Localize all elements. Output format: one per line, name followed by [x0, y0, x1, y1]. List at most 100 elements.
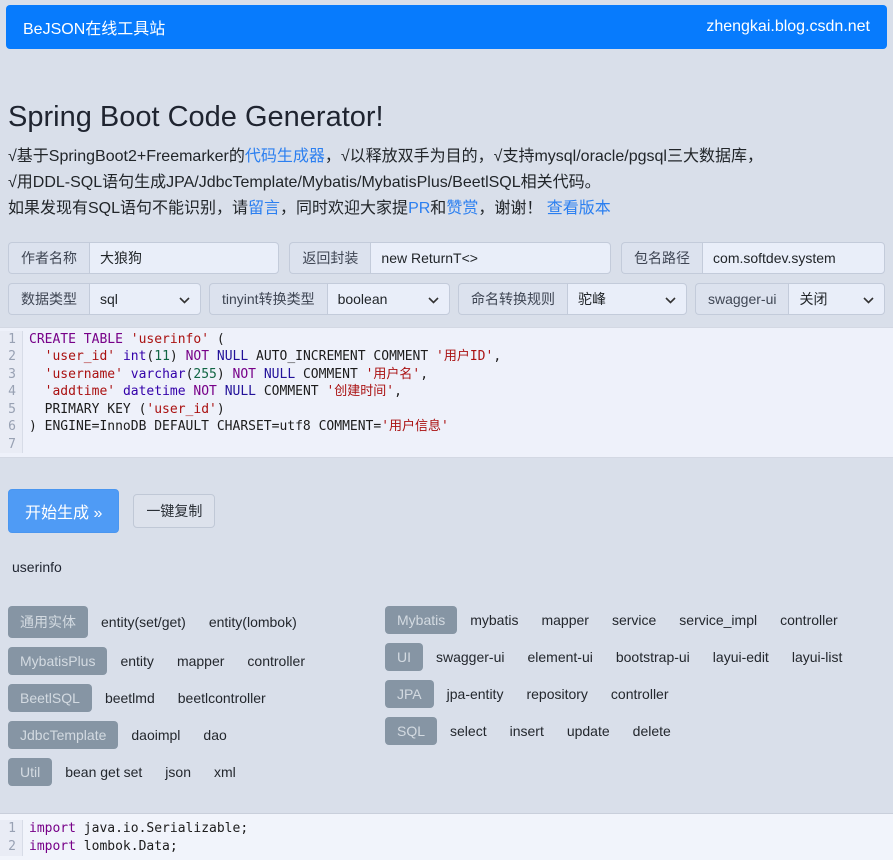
group-badge[interactable]: MybatisPlus — [8, 647, 107, 675]
code-line: 7 — [0, 436, 893, 454]
pr-link[interactable]: PR — [408, 200, 430, 217]
code-text[interactable]: import lombok.Data; — [23, 838, 893, 856]
code-generator-link[interactable]: 代码生成器 — [245, 148, 325, 165]
template-link[interactable]: entity(set/get) — [101, 614, 186, 630]
template-link[interactable]: controller — [247, 653, 305, 669]
template-group-row: JdbcTemplate daoimpl dao — [8, 721, 250, 749]
author-name-input[interactable] — [89, 242, 279, 274]
view-version-link[interactable]: 查看版本 — [547, 200, 611, 217]
template-group-row: BeetlSQL beetlmd beetlcontroller — [8, 684, 289, 712]
swagger-ui-label: swagger-ui — [695, 283, 788, 315]
template-link[interactable]: json — [165, 764, 191, 780]
template-link[interactable]: select — [450, 723, 487, 739]
template-link[interactable]: bootstrap-ui — [616, 649, 690, 665]
naming-rule-selected-value: 驼峰 — [578, 289, 606, 309]
group-badge[interactable]: UI — [385, 643, 423, 671]
template-link[interactable]: entity — [120, 653, 153, 669]
code-line: 2import lombok.Data; — [0, 838, 893, 856]
template-link[interactable]: beetlcontroller — [178, 690, 266, 706]
reward-link[interactable]: 赞赏 — [446, 200, 478, 217]
copy-button[interactable]: 一键复制 — [133, 494, 215, 528]
line-number: 4 — [0, 383, 23, 401]
chevron-down-icon — [665, 291, 676, 307]
chevron-down-icon — [179, 291, 190, 307]
code-line: 6) ENGINE=InnoDB DEFAULT CHARSET=utf8 CO… — [0, 418, 893, 436]
template-link[interactable]: delete — [633, 723, 671, 739]
template-groups-left-column: 通用实体 entity(set/get) entity(lombok) Mybatis… — [8, 606, 385, 786]
template-link[interactable]: swagger-ui — [436, 649, 504, 665]
template-group-row: 通用实体 entity(set/get) entity(lombok) — [8, 606, 320, 638]
return-wrapper-group: 返回封装 — [289, 242, 611, 274]
group-badge[interactable]: Mybatis — [385, 606, 457, 634]
line-number: 1 — [0, 820, 23, 838]
group-badge[interactable]: JPA — [385, 680, 434, 708]
code-text[interactable]: 'user_id' int(11) NOT NULL AUTO_INCREMEN… — [23, 348, 893, 366]
data-type-select[interactable]: sql — [89, 283, 201, 315]
template-groups: 通用实体 entity(set/get) entity(lombok) Mybatis… — [8, 606, 885, 786]
line-number: 7 — [0, 436, 23, 454]
code-text[interactable] — [23, 436, 893, 454]
package-path-input[interactable] — [702, 242, 885, 274]
template-link[interactable]: controller — [780, 612, 838, 628]
template-link[interactable]: service_impl — [679, 612, 757, 628]
template-link[interactable]: dao — [203, 727, 226, 743]
template-link[interactable]: entity(lombok) — [209, 614, 297, 630]
package-path-group: 包名路径 — [621, 242, 885, 274]
navbar-domain-link[interactable]: zhengkai.blog.csdn.net — [706, 18, 870, 36]
code-text[interactable]: import java.io.Serializable; — [23, 820, 893, 838]
navbar-brand[interactable]: BeJSON在线工具站 — [23, 15, 165, 39]
template-link[interactable]: beetlmd — [105, 690, 155, 706]
template-link[interactable]: bean get set — [65, 764, 142, 780]
group-badge[interactable]: SQL — [385, 717, 437, 745]
template-link[interactable]: daoimpl — [131, 727, 180, 743]
naming-rule-group: 命名转换规则 驼峰 — [458, 283, 687, 315]
swagger-ui-select[interactable]: 关闭 — [788, 283, 885, 315]
generated-code-editor[interactable]: 1import java.io.Serializable;2import lom… — [0, 813, 893, 860]
data-type-label: 数据类型 — [8, 283, 89, 315]
code-text[interactable]: 'username' varchar(255) NOT NULL COMMENT… — [23, 366, 893, 384]
sql-code-editor[interactable]: 1CREATE TABLE 'userinfo' (2 'user_id' in… — [0, 327, 893, 459]
line-number: 2 — [0, 838, 23, 856]
code-text[interactable]: CREATE TABLE 'userinfo' ( — [23, 331, 893, 349]
template-link[interactable]: controller — [611, 686, 669, 702]
code-text[interactable]: ) ENGINE=InnoDB DEFAULT CHARSET=utf8 COM… — [23, 418, 893, 436]
template-link[interactable]: service — [612, 612, 656, 628]
naming-rule-label: 命名转换规则 — [458, 283, 567, 315]
action-buttons: 开始生成 » 一键复制 — [8, 489, 885, 533]
line-number: 1 — [0, 331, 23, 349]
author-name-group: 作者名称 — [8, 242, 279, 274]
code-text[interactable]: 'addtime' datetime NOT NULL COMMENT '创建时… — [23, 383, 893, 401]
template-link[interactable]: mapper — [177, 653, 224, 669]
template-link[interactable]: layui-list — [792, 649, 843, 665]
group-badge[interactable]: BeetlSQL — [8, 684, 92, 712]
template-link[interactable]: jpa-entity — [447, 686, 504, 702]
naming-rule-select[interactable]: 驼峰 — [567, 283, 687, 315]
template-link[interactable]: repository — [526, 686, 587, 702]
group-badge[interactable]: Util — [8, 758, 52, 786]
group-badge[interactable]: JdbcTemplate — [8, 721, 118, 749]
return-wrapper-input[interactable] — [370, 242, 611, 274]
tinyint-convert-select[interactable]: boolean — [327, 283, 450, 315]
leave-message-link[interactable]: 留言 — [248, 200, 280, 217]
template-link[interactable]: xml — [214, 764, 236, 780]
result-table-name[interactable]: userinfo — [8, 559, 885, 575]
code-line: 1import java.io.Serializable; — [0, 820, 893, 838]
template-link[interactable]: mybatis — [470, 612, 518, 628]
template-link[interactable]: layui-edit — [713, 649, 769, 665]
generate-button[interactable]: 开始生成 » — [8, 489, 119, 533]
form-row-text-inputs: 作者名称 返回封装 包名路径 — [8, 242, 885, 274]
description-line-1: √基于SpringBoot2+Freemarker的代码生成器，√以释放双手为目… — [8, 144, 885, 170]
author-name-label: 作者名称 — [8, 242, 89, 274]
swagger-ui-selected-value: 关闭 — [799, 289, 827, 309]
page-title: Spring Boot Code Generator! — [8, 101, 885, 134]
template-link[interactable]: insert — [510, 723, 544, 739]
template-link[interactable]: element-ui — [527, 649, 592, 665]
description-line-2: √用DDL-SQL语句生成JPA/JdbcTemplate/Mybatis/My… — [8, 170, 885, 196]
template-link[interactable]: update — [567, 723, 610, 739]
template-groups-right-column: Mybatismybatismapperserviceservice_implc… — [385, 606, 885, 786]
code-text[interactable]: PRIMARY KEY ('user_id') — [23, 401, 893, 419]
chevron-down-icon — [863, 291, 874, 307]
template-link[interactable]: mapper — [541, 612, 588, 628]
template-group-row: Mybatis mybatis mapper service service_impl c… — [385, 606, 861, 634]
group-badge[interactable]: 通用实体 — [8, 606, 88, 638]
